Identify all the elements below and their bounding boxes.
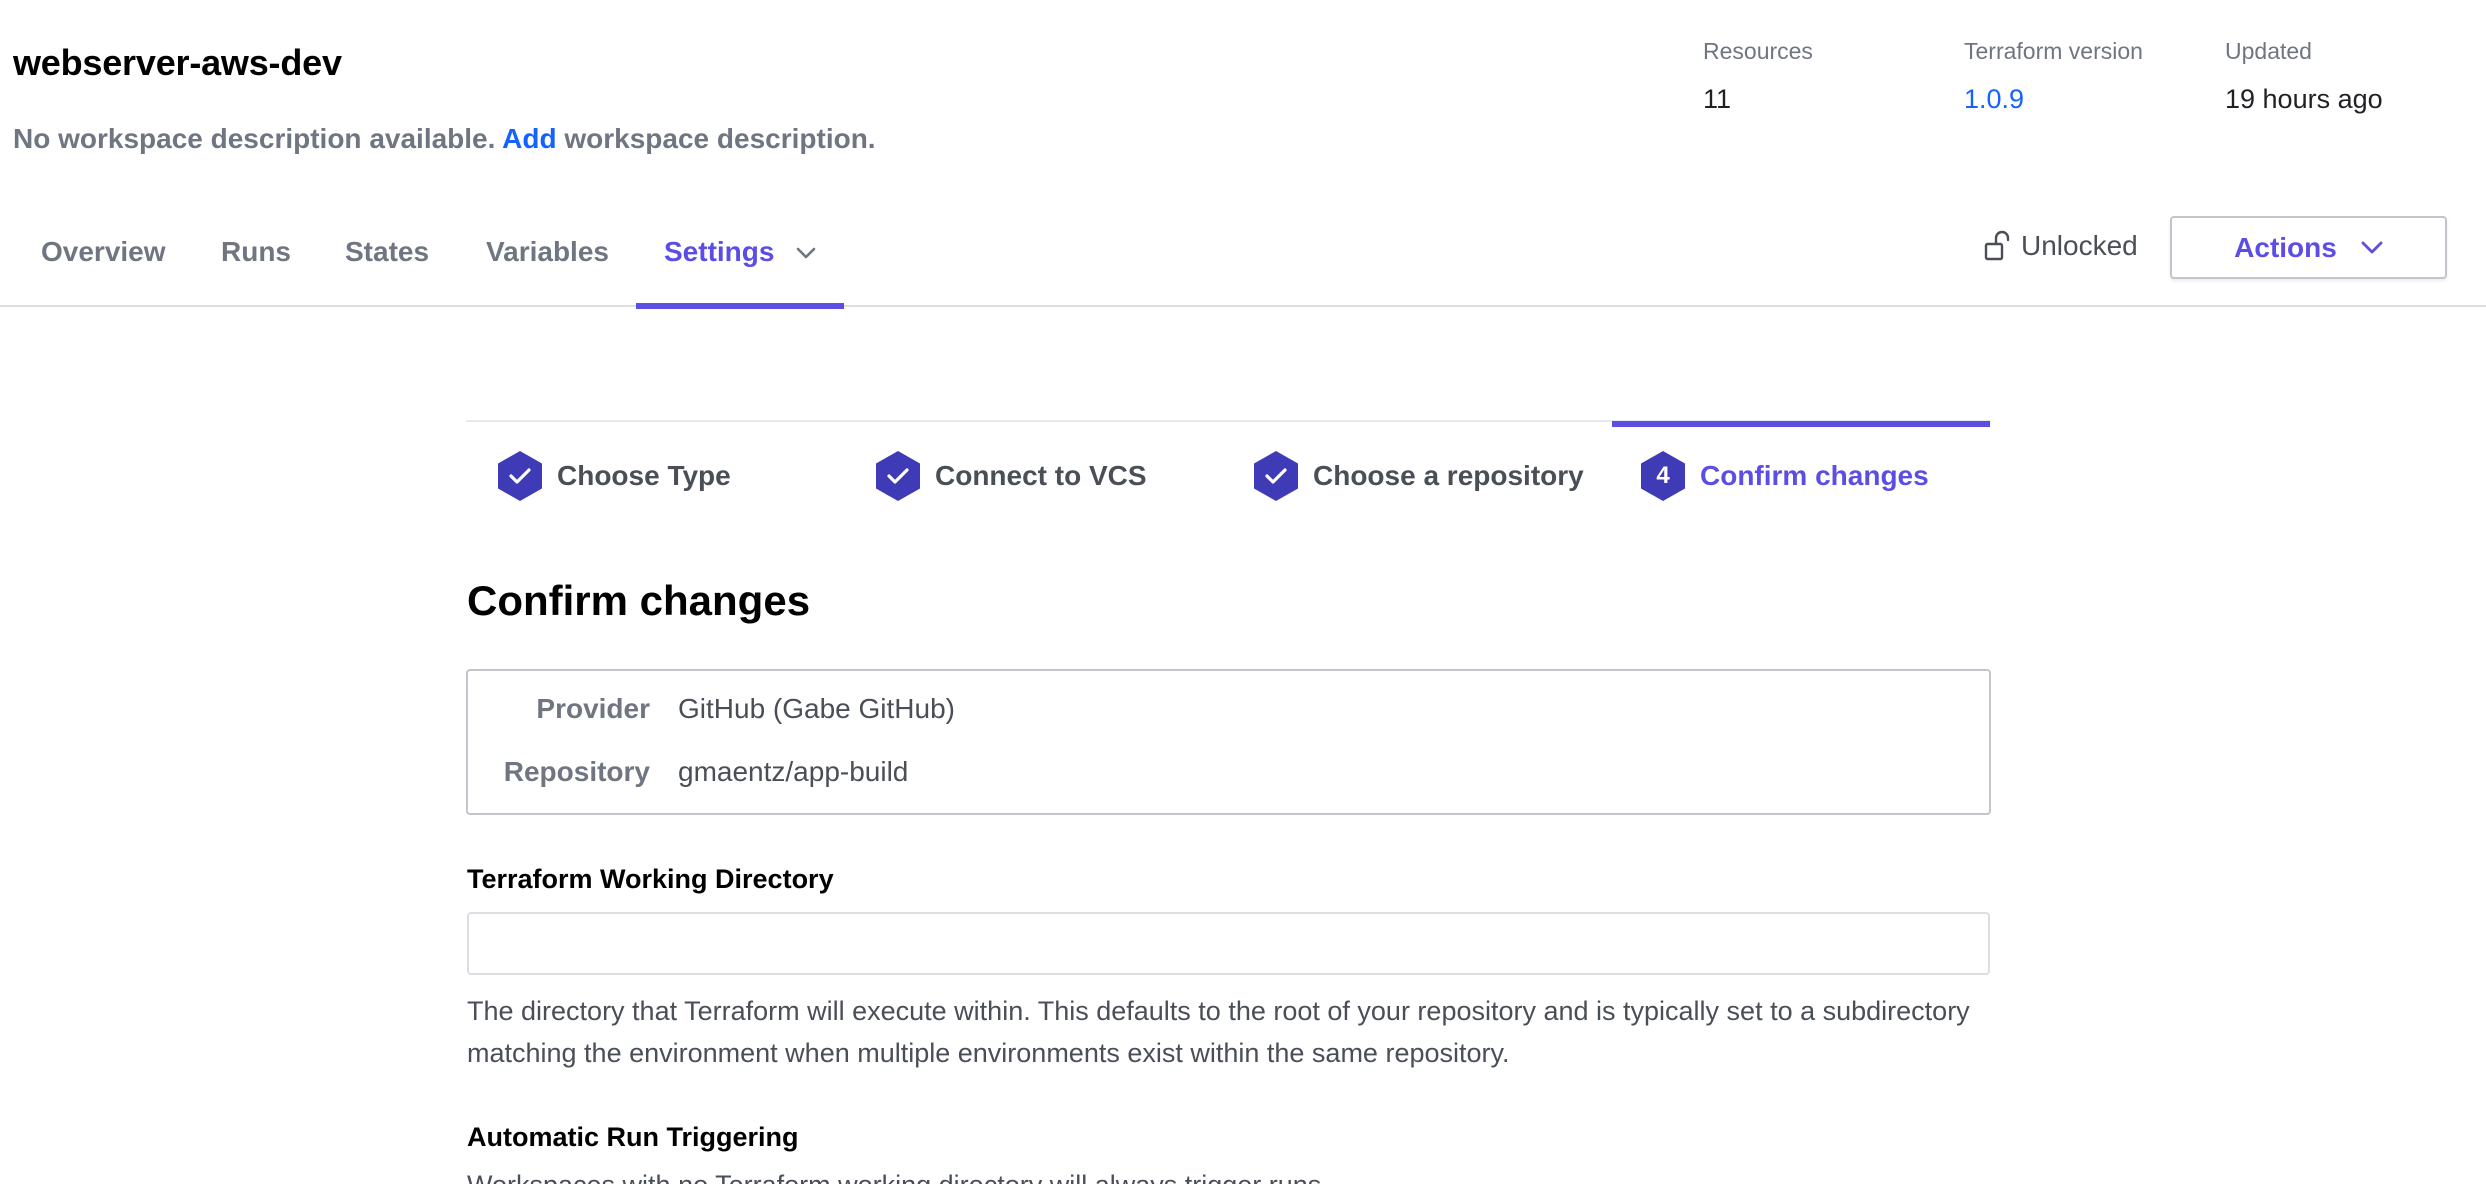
step-number: 4 — [1656, 462, 1670, 489]
tab-settings-label: Settings — [664, 236, 775, 267]
resources-value: 11 — [1703, 84, 1732, 114]
step-connect-vcs[interactable]: Connect to VCS — [874, 450, 1147, 502]
workspace-description: No workspace description available. Add … — [13, 123, 876, 155]
step-confirm-changes[interactable]: 4 Confirm changes — [1639, 450, 1929, 502]
check-icon — [874, 450, 922, 502]
step-number-icon: 4 — [1639, 450, 1687, 502]
automatic-run-triggering-label: Automatic Run Triggering — [467, 1122, 799, 1152]
working-directory-input[interactable] — [467, 912, 1990, 975]
tab-states[interactable]: States — [345, 210, 429, 307]
chevron-down-icon — [796, 236, 816, 270]
step-label: Connect to VCS — [935, 460, 1147, 491]
working-directory-help: The directory that Terraform will execut… — [467, 996, 1970, 1068]
chevron-down-icon — [2361, 241, 2383, 254]
terraform-version-label: Terraform version — [1964, 38, 2143, 64]
step-choose-type[interactable]: Choose Type — [496, 450, 731, 502]
lock-status-label: Unlocked — [2021, 230, 2138, 261]
check-icon — [1252, 450, 1300, 502]
add-description-link[interactable]: Add — [502, 123, 556, 154]
step-label: Choose Type — [557, 460, 731, 491]
terraform-version-link[interactable]: 1.0.9 — [1964, 84, 2143, 115]
resources-label: Resources — [1703, 38, 1813, 64]
tab-runs[interactable]: Runs — [221, 210, 291, 307]
lock-status[interactable]: Unlocked — [1983, 230, 2138, 262]
tab-variables[interactable]: Variables — [486, 210, 609, 307]
summary-row-repository: Repository gmaentz/app-build — [468, 756, 909, 788]
workspace-title: webserver-aws-dev — [13, 42, 342, 83]
working-directory-label: Terraform Working Directory — [467, 864, 834, 894]
tab-overview[interactable]: Overview — [41, 210, 166, 307]
active-step-indicator — [1612, 421, 1990, 427]
automatic-run-triggering-help: Workspaces with no Terraform working dir… — [467, 1170, 1329, 1184]
summary-row-provider: Provider GitHub (Gabe GitHub) — [468, 693, 955, 725]
step-label: Choose a repository — [1313, 460, 1584, 491]
check-icon — [496, 450, 544, 502]
step-label: Confirm changes — [1700, 460, 1929, 491]
description-prefix: No workspace description available. — [13, 123, 496, 154]
repository-value: gmaentz/app-build — [678, 756, 909, 787]
meta-updated: Updated 19 hours ago — [2225, 38, 2383, 115]
vcs-summary-box: Provider GitHub (Gabe GitHub) Repository… — [466, 669, 1991, 815]
meta-resources: Resources 11 — [1703, 38, 1813, 115]
page-title: Confirm changes — [467, 577, 811, 624]
actions-label: Actions — [2234, 231, 2337, 263]
provider-value: GitHub (Gabe GitHub) — [678, 693, 955, 724]
unlock-icon — [1984, 230, 2010, 261]
actions-button[interactable]: Actions — [2170, 216, 2447, 279]
updated-label: Updated — [2225, 38, 2312, 64]
tab-settings[interactable]: Settings — [635, 210, 846, 309]
description-suffix: workspace description. — [564, 123, 876, 154]
updated-value: 19 hours ago — [2225, 84, 2383, 114]
provider-label: Provider — [536, 693, 650, 724]
repository-label: Repository — [503, 756, 650, 787]
step-choose-repository[interactable]: Choose a repository — [1252, 450, 1584, 502]
meta-terraform-version: Terraform version 1.0.9 — [1964, 38, 2143, 115]
